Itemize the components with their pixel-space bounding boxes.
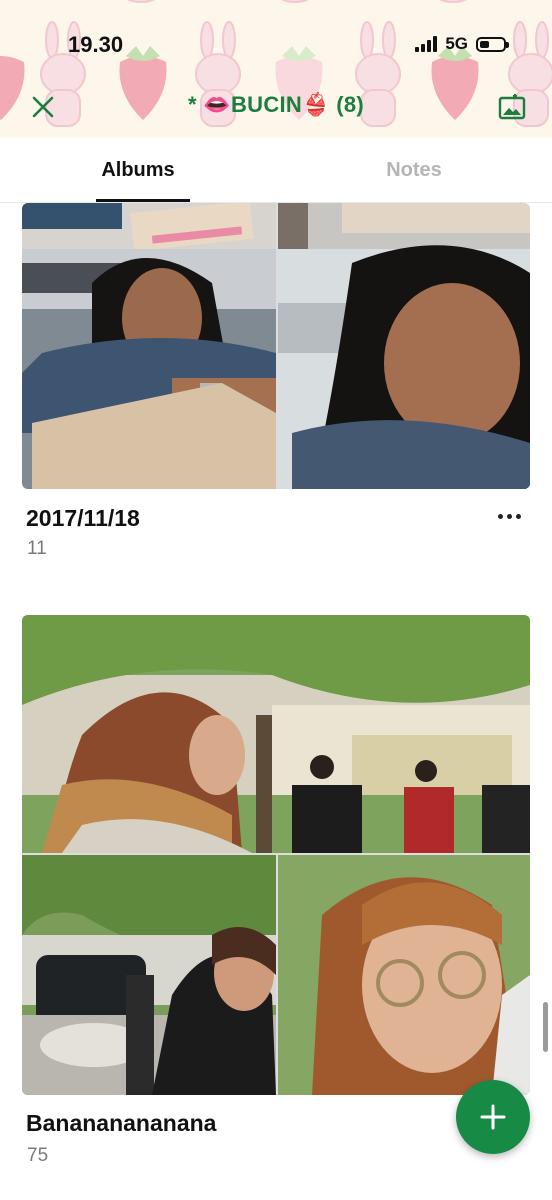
plus-icon xyxy=(480,1104,506,1130)
active-tab-indicator xyxy=(96,199,190,202)
status-time: 19.30 xyxy=(68,32,124,57)
network-type: 5G xyxy=(445,34,468,53)
album-title: Banananananana xyxy=(26,1110,217,1136)
tab-bar: Albums Notes xyxy=(0,138,552,203)
cellular-signal-icon xyxy=(415,36,438,52)
album-add-button[interactable] xyxy=(498,94,526,122)
scrollbar[interactable] xyxy=(543,1002,548,1052)
album-cover[interactable] xyxy=(22,203,530,489)
more-dot xyxy=(497,513,503,519)
tab-albums[interactable]: Albums xyxy=(0,138,276,202)
more-dot xyxy=(515,513,521,519)
chat-title: * 👄BUCIN👙 (8) xyxy=(187,92,365,117)
album-image-icon xyxy=(498,94,526,120)
status-indicators: 5G xyxy=(415,34,509,54)
tab-notes[interactable]: Notes xyxy=(276,138,552,202)
tab-notes-label: Notes xyxy=(386,158,442,181)
album-cover[interactable] xyxy=(22,615,530,1095)
album-photo-count: 11 xyxy=(27,538,47,559)
album-photo-collage xyxy=(22,615,530,1095)
albums-list: 2017/11/18 11 Banananananana 75 xyxy=(0,203,552,1200)
more-dot xyxy=(506,513,512,519)
add-album-button[interactable] xyxy=(456,1080,530,1154)
album-photo-collage xyxy=(22,203,530,489)
album-photo-count: 75 xyxy=(27,1145,49,1166)
album-title: 2017/11/18 xyxy=(26,505,140,531)
chat-header: 19.30 5G * 👄BUCIN👙 (8) xyxy=(0,0,552,138)
tab-albums-label: Albums xyxy=(101,158,175,181)
battery-icon xyxy=(476,36,509,52)
album-more-button[interactable] xyxy=(494,506,524,526)
